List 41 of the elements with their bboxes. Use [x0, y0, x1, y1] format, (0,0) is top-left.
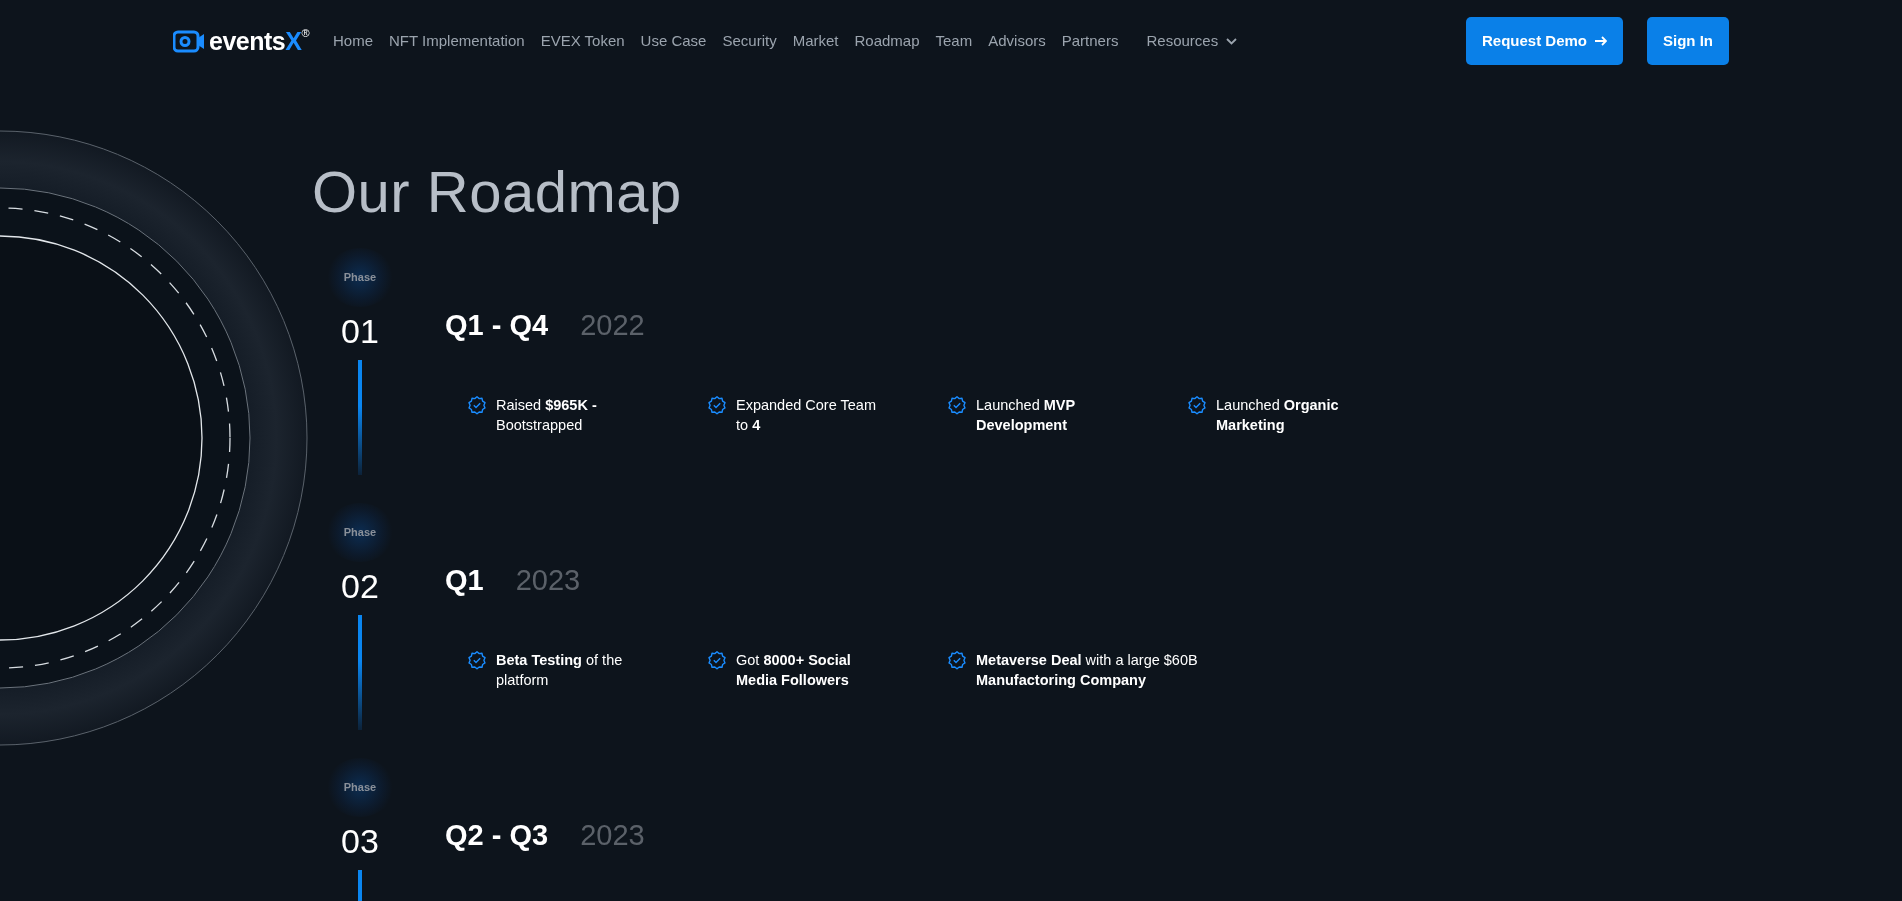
check-badge-icon — [708, 396, 726, 416]
quarter-heading: Q2 - Q3 — [445, 817, 549, 853]
milestone-text: Beta Testing of the platform — [496, 651, 623, 691]
check-badge-icon — [1188, 396, 1206, 416]
check-badge-icon — [948, 651, 966, 671]
resources-dropdown[interactable]: Resources — [1146, 29, 1238, 53]
phase-number: 01 — [341, 310, 379, 352]
milestone-text: Launched Organic Marketing — [1216, 396, 1339, 436]
check-badge-icon — [708, 651, 726, 671]
nav-link[interactable]: Partners — [1061, 29, 1119, 53]
sign-in-button[interactable]: Sign In — [1647, 17, 1729, 65]
check-badge-icon — [948, 396, 966, 416]
milestone-text: Metaverse Deal with a large $60B Manufactoring Company — [976, 651, 1198, 691]
nav-link[interactable]: Use Case — [640, 29, 707, 53]
quarter-heading: Q1 — [445, 562, 484, 598]
milestone-text: Got 8000+ Social Media Followers — [736, 651, 851, 691]
request-demo-button[interactable]: Request Demo — [1465, 17, 1623, 65]
check-badge-icon — [468, 396, 486, 416]
camera-logo-icon — [173, 29, 205, 53]
chevron-down-icon — [1226, 37, 1238, 45]
nav-link[interactable]: NFT Implementation — [389, 29, 525, 53]
milestone-text: Expanded Core Team to 4 — [736, 396, 876, 436]
year-label: 2022 — [580, 307, 645, 343]
nav-link[interactable]: Team — [935, 29, 973, 53]
nav-link[interactable]: Advisors — [988, 29, 1046, 53]
section-title: Our Roadmap — [312, 160, 683, 224]
milestone-text: Raised $965K - Bootstrapped — [496, 396, 597, 436]
nav-link[interactable]: Security — [722, 29, 777, 53]
year-label: 2023 — [515, 562, 581, 598]
quarter-heading: Q1 - Q4 — [445, 307, 549, 343]
phase-number: 02 — [341, 565, 379, 607]
nav-link[interactable]: Roadmap — [854, 29, 920, 53]
phase-number: 03 — [341, 820, 379, 862]
logo-text[interactable]: eventsX$^{®}$ — [209, 28, 309, 54]
nav-link[interactable]: Home — [333, 29, 374, 53]
nav-link[interactable]: Market — [792, 29, 839, 53]
year-label: 2023 — [580, 817, 645, 853]
check-badge-icon — [468, 651, 486, 671]
nav-link[interactable]: EVEX Token — [540, 29, 625, 53]
milestone-text: Launched MVP Development — [976, 396, 1076, 436]
arrow-right-icon — [1595, 35, 1607, 47]
